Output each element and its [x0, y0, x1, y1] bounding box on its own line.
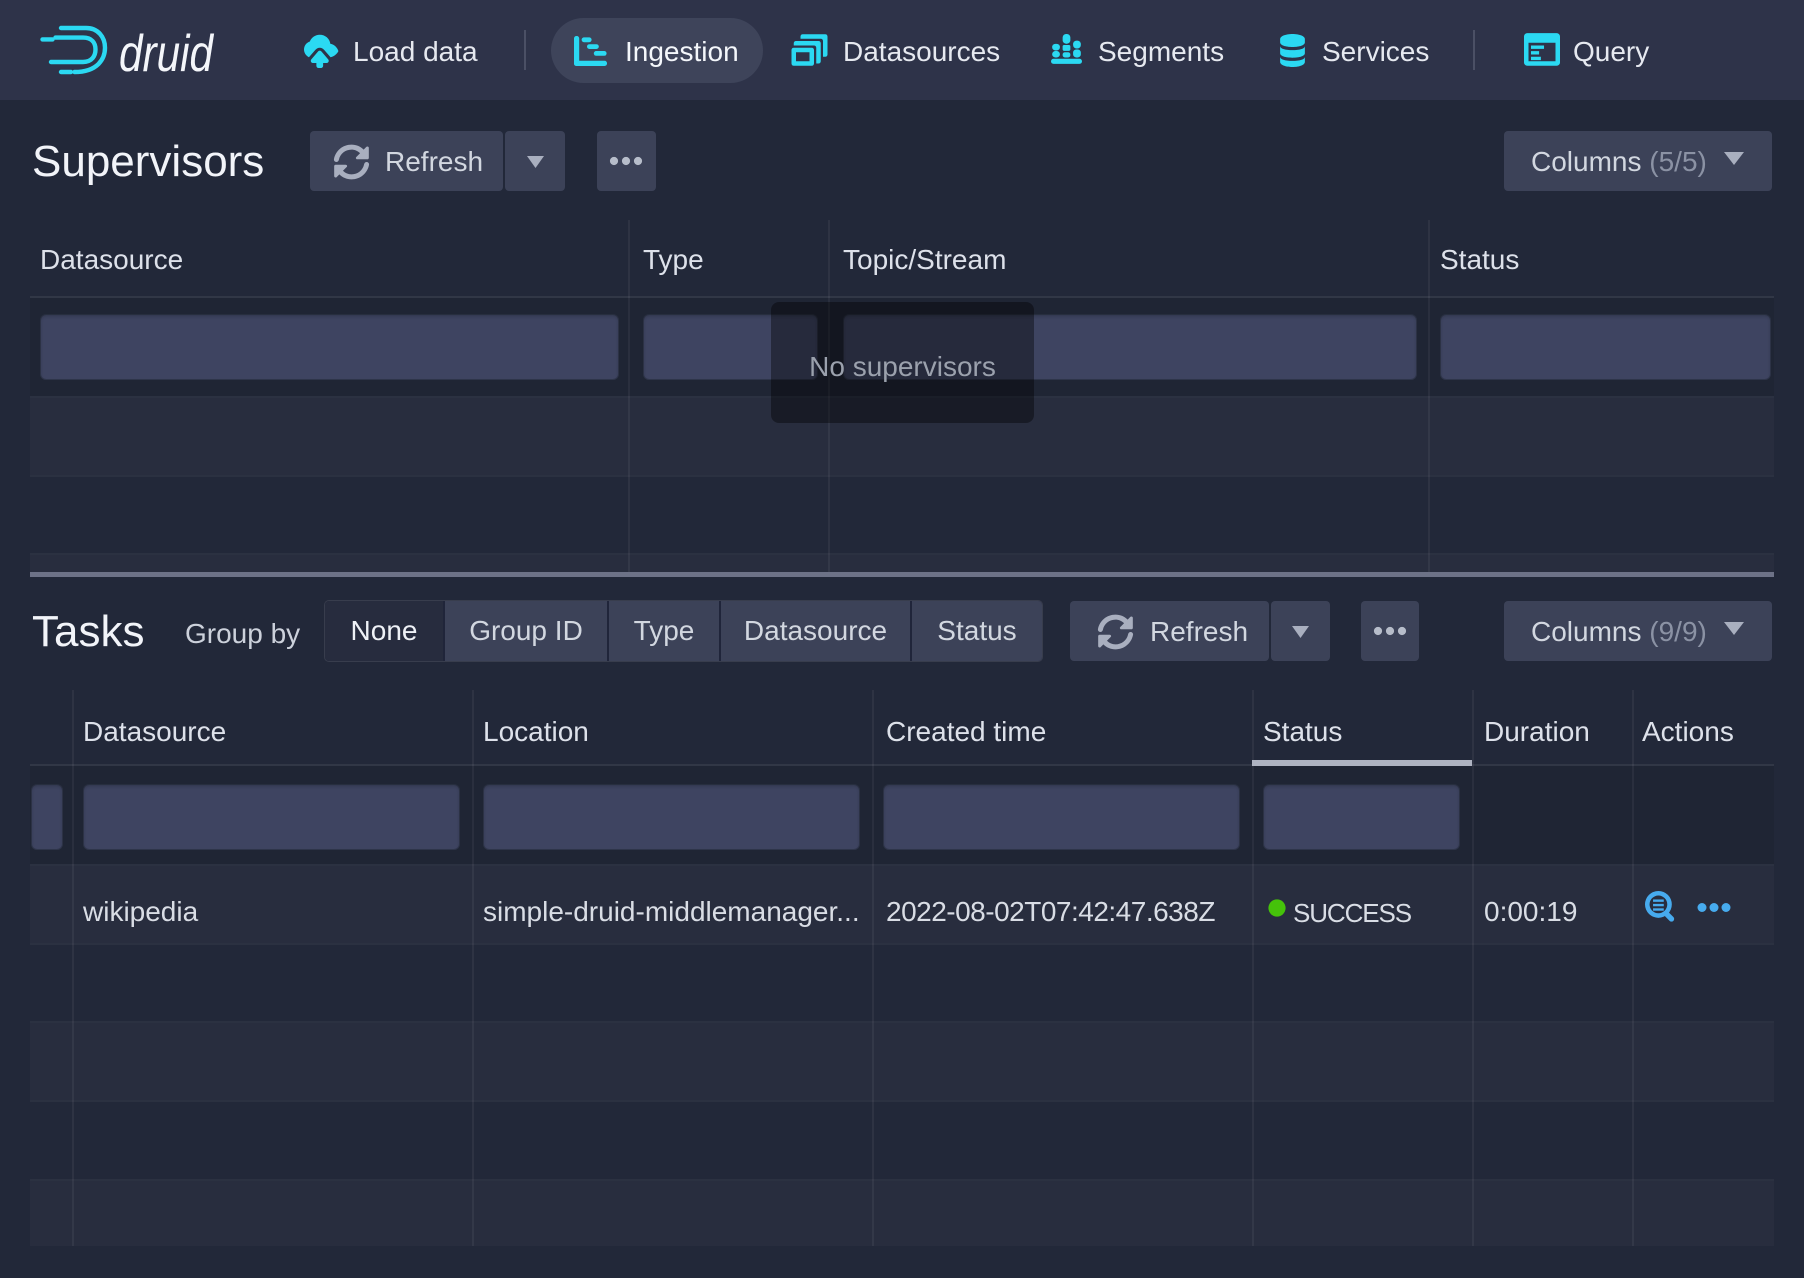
- svg-text:druid: druid: [119, 25, 215, 82]
